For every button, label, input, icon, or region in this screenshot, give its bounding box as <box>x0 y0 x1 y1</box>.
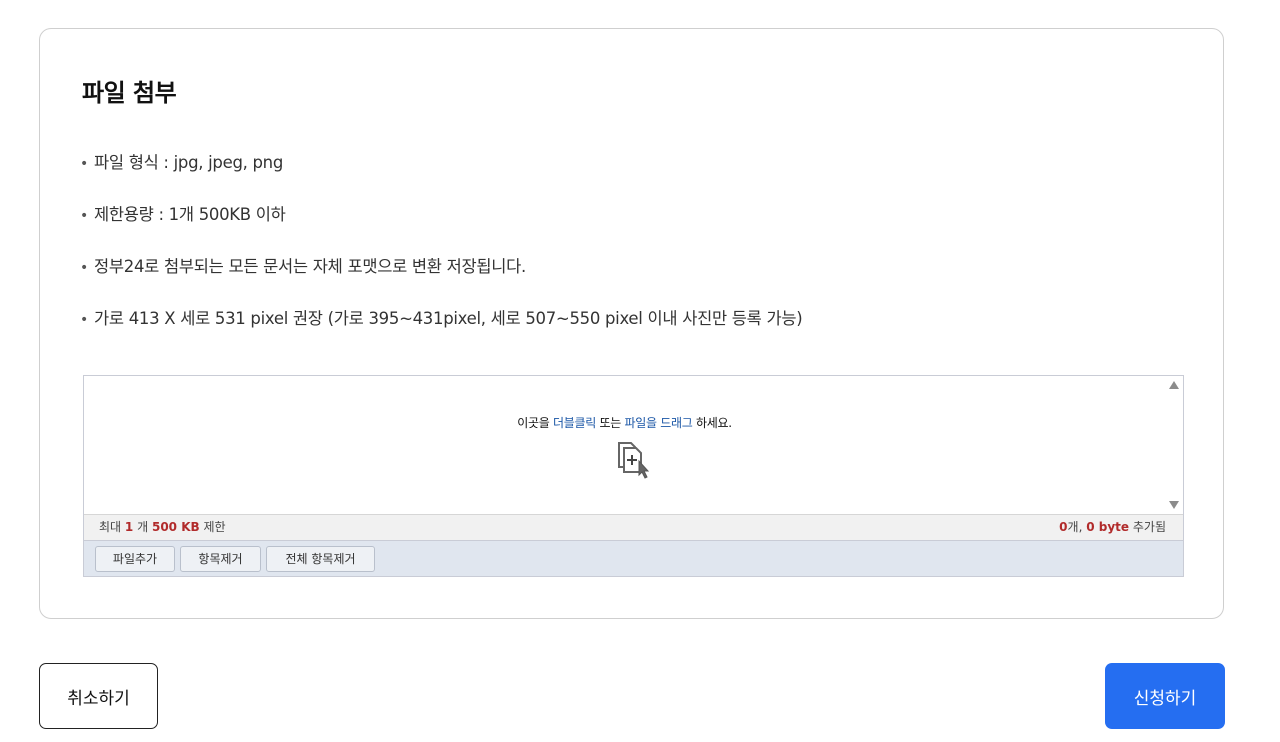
limit-prefix: 최대 <box>99 520 122 534</box>
remove-item-button[interactable]: 항목제거 <box>180 546 261 572</box>
submit-button[interactable]: 신청하기 <box>1105 663 1225 729</box>
file-drop-zone[interactable]: 이곳을 더블클릭 또는 파일을 드래그 하세요. <box>84 376 1183 514</box>
drop-instruction: 이곳을 더블클릭 또는 파일을 드래그 하세요. <box>84 414 1165 431</box>
scroll-up-icon[interactable] <box>1169 381 1179 389</box>
limit-suffix: 제한 <box>203 520 226 534</box>
drop-text: 또는 <box>599 416 622 430</box>
note-text: 가로 413 X 세로 531 pixel 권장 (가로 395~431pixe… <box>94 309 803 328</box>
added-count-unit: 개, <box>1067 520 1083 534</box>
note-size-limit: • 제한용량 : 1개 500KB 이하 <box>80 201 802 253</box>
limit-count: 1 <box>124 520 134 534</box>
note-file-format: • 파일 형식 : jpg, jpeg, png <box>80 149 802 201</box>
added-size: 0 byte <box>1086 520 1130 534</box>
note-pixel-size: • 가로 413 X 세로 531 pixel 권장 (가로 395~431pix… <box>80 305 803 357</box>
limit-size: 500 KB <box>151 520 200 534</box>
bullet-icon: • <box>80 312 88 328</box>
note-text: 정부24로 첨부되는 모든 문서는 자체 포맷으로 변환 저장됩니다. <box>94 257 526 276</box>
scrollbar[interactable] <box>1166 376 1183 514</box>
uploader-status-bar: 최대 1 개 500 KB 제한 0개, 0 byte 추가됨 <box>84 514 1183 541</box>
uploader-actions: 파일추가 항목제거 전체 항목제거 <box>84 541 1183 576</box>
drop-text: 이곳을 <box>517 416 550 430</box>
note-conversion: • 정부24로 첨부되는 모든 문서는 자체 포맷으로 변환 저장됩니다. <box>80 253 802 305</box>
added-suffix: 추가됨 <box>1132 520 1166 534</box>
cancel-button[interactable]: 취소하기 <box>39 663 158 729</box>
add-file-button[interactable]: 파일추가 <box>95 546 175 572</box>
drop-text-highlight: 파일을 드래그 <box>624 416 693 430</box>
file-add-cursor-icon <box>618 442 650 479</box>
file-attach-card: 파일 첨부 • 파일 형식 : jpg, jpeg, png • 제한용량 : 1개… <box>39 28 1224 619</box>
limit-info: 최대 1 개 500 KB 제한 <box>99 515 226 540</box>
bullet-icon: • <box>80 156 88 172</box>
limit-count-unit: 개 <box>137 520 149 534</box>
bullet-icon: • <box>80 260 88 276</box>
drop-text-highlight: 더블클릭 <box>553 416 596 430</box>
file-uploader: 이곳을 더블클릭 또는 파일을 드래그 하세요. 최대 1 개 500 KB 제… <box>83 375 1184 577</box>
note-text: 제한용량 : 1개 500KB 이하 <box>94 205 286 224</box>
scroll-down-icon[interactable] <box>1169 501 1179 509</box>
note-text: 파일 형식 : jpg, jpeg, png <box>94 153 284 172</box>
added-info: 0개, 0 byte 추가됨 <box>1059 515 1166 540</box>
section-title: 파일 첨부 <box>82 79 177 107</box>
remove-all-button[interactable]: 전체 항목제거 <box>266 546 375 572</box>
bullet-icon: • <box>80 208 88 224</box>
notes-list: • 파일 형식 : jpg, jpeg, png • 제한용량 : 1개 500KB… <box>80 149 803 357</box>
drop-text: 하세요. <box>695 416 732 430</box>
added-count: 0 <box>1059 520 1068 534</box>
